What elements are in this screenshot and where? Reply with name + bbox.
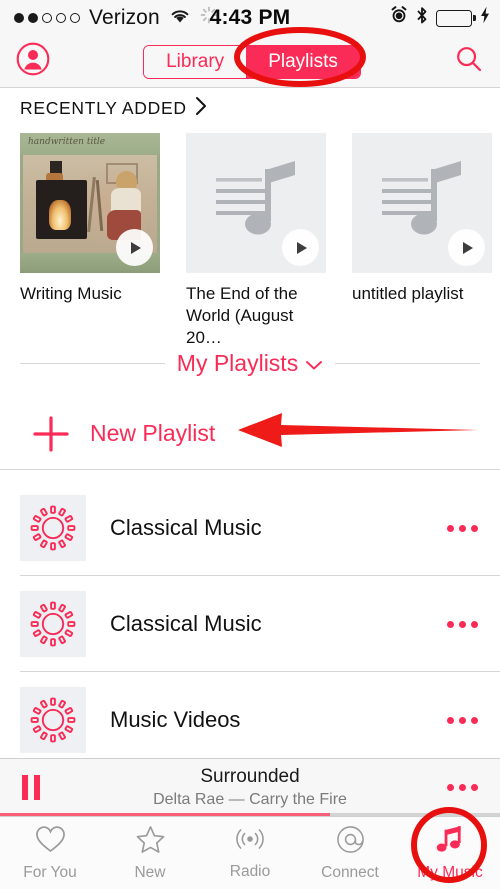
- playlist-title: Music Videos: [110, 707, 241, 732]
- chevron-right-icon: [195, 96, 207, 121]
- tab-my-music[interactable]: My Music: [400, 825, 500, 882]
- more-dots-icon[interactable]: [447, 784, 478, 791]
- card-title: Writing Music: [20, 284, 122, 303]
- playlist-title: Classical Music: [110, 611, 262, 636]
- navigation-bar: Library Playlists: [0, 36, 500, 88]
- clock-label: 4:43 PM: [209, 6, 291, 29]
- divider-left: [20, 363, 165, 364]
- segment-playlists[interactable]: Playlists: [246, 45, 360, 78]
- battery-icon: [436, 9, 476, 27]
- recently-added-card[interactable]: The End of the World (August 20…: [186, 133, 332, 349]
- card-title: untitled playlist: [352, 284, 464, 303]
- heart-icon: [35, 825, 66, 859]
- tab-bar: For You New Radio Connect My Music: [0, 816, 500, 889]
- tab-new[interactable]: New: [100, 825, 200, 882]
- recently-added-title: RECENTLY ADDED: [20, 98, 187, 118]
- plus-icon[interactable]: [20, 414, 82, 454]
- gear-icon: [20, 495, 86, 561]
- my-playlists-header[interactable]: My Playlists: [0, 350, 500, 377]
- gear-icon: [20, 687, 86, 753]
- card-title: The End of the World (August 20…: [186, 284, 298, 347]
- broadcast-icon: [232, 825, 268, 858]
- tab-label: New: [134, 863, 166, 881]
- now-playing-subtitle: Delta Rae — Carry the Fire: [153, 791, 347, 809]
- music-app-screen: Verizon 4:43 PM Library Playlists RECENT…: [0, 0, 500, 889]
- tab-label: Connect: [321, 863, 379, 881]
- recently-added-card[interactable]: handwritten title Writing Music: [20, 133, 166, 349]
- gear-icon: [20, 591, 86, 657]
- status-bar: Verizon 4:43 PM: [0, 0, 500, 36]
- search-icon[interactable]: [454, 44, 484, 79]
- play-icon[interactable]: [116, 229, 153, 266]
- recently-added-header[interactable]: RECENTLY ADDED: [20, 96, 207, 121]
- more-dots-icon[interactable]: [447, 716, 478, 724]
- mini-player-meta: Surrounded Delta Rae — Carry the Fire: [0, 765, 500, 811]
- tab-radio[interactable]: Radio: [200, 825, 300, 881]
- playlist-row[interactable]: Classical Music: [0, 480, 500, 576]
- playlist-artwork-placeholder[interactable]: [352, 133, 492, 273]
- at-sign-icon: [335, 825, 366, 859]
- tab-label: My Music: [417, 863, 483, 881]
- now-playing-title: Surrounded: [200, 765, 300, 787]
- playlist-row[interactable]: Music Videos: [0, 672, 500, 768]
- new-playlist-row[interactable]: New Playlist: [0, 398, 500, 470]
- new-playlist-label: New Playlist: [90, 420, 216, 446]
- segment-library[interactable]: Library: [144, 45, 247, 78]
- music-note-icon: [435, 825, 466, 859]
- playlist-artwork-placeholder[interactable]: [186, 133, 326, 273]
- artwork-script-text: handwritten title: [28, 137, 106, 147]
- account-avatar-icon[interactable]: [16, 42, 50, 81]
- tab-label: Radio: [229, 863, 271, 880]
- my-playlists-label-group[interactable]: My Playlists: [177, 350, 323, 377]
- star-icon: [135, 825, 166, 859]
- chevron-down-icon: [305, 350, 323, 377]
- recently-added-row: handwritten title Writing Music The End …: [0, 133, 500, 349]
- play-icon[interactable]: [282, 229, 319, 266]
- tab-connect[interactable]: Connect: [300, 825, 400, 882]
- playlist-title: Classical Music: [110, 515, 262, 540]
- more-dots-icon[interactable]: [447, 620, 478, 628]
- mini-player[interactable]: Surrounded Delta Rae — Carry the Fire: [0, 758, 500, 816]
- tab-label: For You: [23, 863, 77, 881]
- album-artwork[interactable]: handwritten title: [20, 133, 160, 273]
- my-playlists-label: My Playlists: [176, 350, 299, 376]
- recently-added-card[interactable]: untitled playlist: [352, 133, 498, 349]
- library-playlists-segmented-control[interactable]: Library Playlists: [143, 44, 361, 79]
- play-icon[interactable]: [448, 229, 485, 266]
- more-dots-icon[interactable]: [447, 524, 478, 532]
- divider-right: [335, 363, 480, 364]
- playlist-row[interactable]: Classical Music: [0, 576, 500, 672]
- tab-for-you[interactable]: For You: [0, 825, 100, 882]
